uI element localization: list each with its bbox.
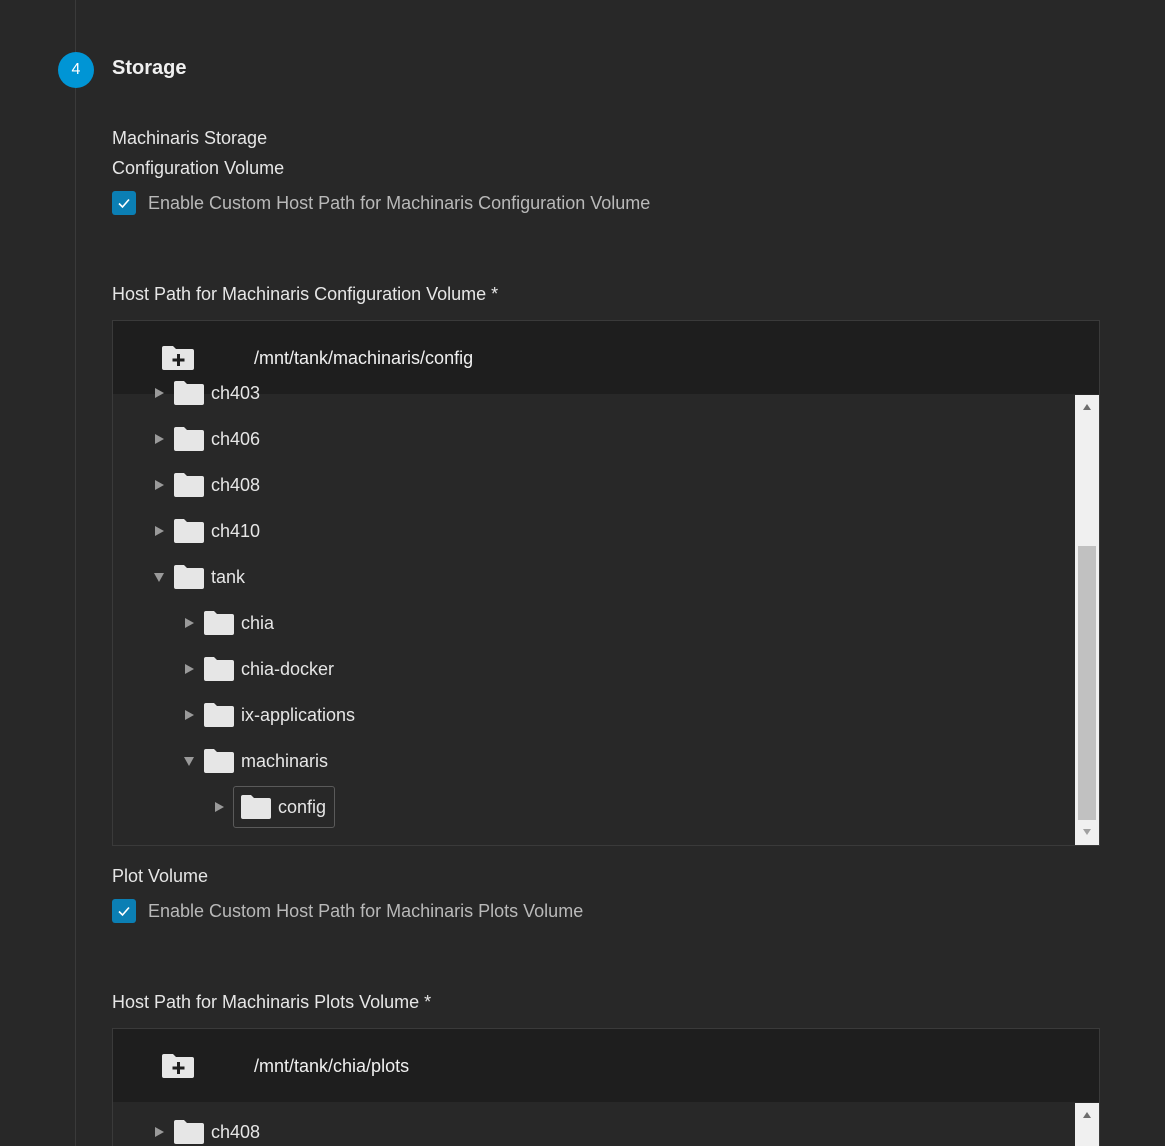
folder-icon: [204, 611, 234, 635]
scroll-down-arrow-icon[interactable]: [1075, 822, 1099, 842]
folder-icon: [204, 657, 234, 681]
tree-node-label: chia-docker: [241, 658, 335, 679]
tree-node-toggle[interactable]: [151, 385, 167, 401]
triangle-right-icon[interactable]: [183, 617, 195, 629]
check-icon: [118, 906, 130, 917]
tree-node-content[interactable]: chia-docker: [203, 656, 334, 682]
tree-node-toggle[interactable]: [151, 431, 167, 447]
tree-node-toggle[interactable]: [151, 477, 167, 493]
scroll-up-arrow-icon[interactable]: [1075, 397, 1099, 417]
triangle-right-icon[interactable]: [153, 433, 165, 445]
plot-explorer-header: [113, 1029, 1099, 1102]
tree-node[interactable]: ix-applications: [181, 695, 355, 735]
plot-directory-tree: ch408: [113, 1102, 1099, 1146]
triangle-down-icon[interactable]: [153, 571, 165, 583]
config-path-input[interactable]: [254, 343, 954, 373]
plot-host-path-label: Host Path for Machinaris Plots Volume *: [112, 992, 432, 1012]
folder-icon: [174, 381, 204, 405]
tree-node-toggle[interactable]: [151, 1124, 167, 1140]
tree-node-content[interactable]: machinaris: [203, 748, 328, 774]
tree-node-content[interactable]: config: [233, 786, 336, 828]
tree-node[interactable]: ch406: [151, 419, 260, 459]
tree-node-content[interactable]: ch408: [173, 472, 260, 498]
tree-node-content[interactable]: ch403: [173, 380, 260, 406]
triangle-right-icon[interactable]: [153, 525, 165, 537]
tree-node[interactable]: chia-docker: [181, 649, 334, 689]
tree-node-content[interactable]: ch410: [173, 518, 260, 544]
config-custom-path-label: Enable Custom Host Path for Machinaris C…: [148, 192, 651, 213]
tree-node-content[interactable]: tank: [173, 564, 245, 590]
triangle-right-icon[interactable]: [183, 709, 195, 721]
stepper-rail: [75, 0, 76, 1146]
tree-node-label: ch408: [211, 474, 261, 495]
tree-node-content[interactable]: chia: [203, 610, 274, 636]
tree-node-content[interactable]: ch406: [173, 426, 260, 452]
tree-node-content[interactable]: ch408: [173, 1119, 260, 1145]
tree-node-label: ch408: [211, 1121, 261, 1142]
tree-node-content[interactable]: ix-applications: [203, 702, 355, 728]
config-explorer-header: [113, 321, 1099, 394]
triangle-right-icon[interactable]: [153, 1126, 165, 1138]
tree-node-toggle[interactable]: [151, 569, 167, 585]
plot-tree-scrollbar[interactable]: [1075, 1103, 1099, 1146]
triangle-right-icon[interactable]: [153, 479, 165, 491]
step-number-badge: 4: [58, 52, 94, 88]
folder-icon: [174, 519, 204, 543]
plot-file-explorer: ch408: [112, 1028, 1100, 1146]
folder-plus-icon[interactable]: [161, 1053, 195, 1079]
tree-node-label: tank: [211, 566, 246, 587]
triangle-right-icon[interactable]: [153, 387, 165, 399]
config-tree-scrollbar[interactable]: [1075, 395, 1099, 845]
plot-volume-label: Plot Volume: [112, 866, 209, 886]
tree-node[interactable]: ch403: [151, 373, 260, 413]
tree-node-label: ch410: [211, 520, 261, 541]
config-tree-scroll-thumb[interactable]: [1078, 546, 1096, 820]
tree-node-label: config: [278, 796, 327, 817]
triangle-right-icon[interactable]: [213, 801, 225, 813]
folder-icon: [174, 565, 204, 589]
tree-node-toggle[interactable]: [181, 753, 197, 769]
folder-icon: [204, 749, 234, 773]
tree-node[interactable]: tank: [151, 557, 245, 597]
plot-custom-path-label: Enable Custom Host Path for Machinaris P…: [148, 900, 584, 921]
folder-icon: [174, 473, 204, 497]
storage-step-page: 4 Storage Machinaris Storage Configurati…: [0, 0, 1165, 1146]
tree-node[interactable]: ch410: [151, 511, 260, 551]
tree-node[interactable]: ch408: [151, 1112, 260, 1146]
tree-node-label: ch406: [211, 428, 261, 449]
config-host-path-label: Host Path for Machinaris Configuration V…: [112, 284, 499, 304]
tree-node[interactable]: ch408: [151, 465, 260, 505]
plot-custom-path-checkbox[interactable]: [112, 899, 136, 923]
folder-icon: [174, 427, 204, 451]
folder-plus-icon[interactable]: [161, 345, 195, 371]
step-title: Storage: [112, 57, 187, 79]
folder-icon: [174, 1120, 204, 1144]
plot-custom-path-checkbox-row[interactable]: Enable Custom Host Path for Machinaris P…: [112, 899, 583, 923]
tree-node-toggle[interactable]: [181, 707, 197, 723]
tree-node-toggle[interactable]: [211, 799, 227, 815]
tree-node-label: machinaris: [241, 750, 329, 771]
tree-node[interactable]: chia: [181, 603, 274, 643]
triangle-down-icon[interactable]: [183, 755, 195, 767]
section-label: Machinaris Storage: [112, 128, 268, 148]
tree-node-label: ix-applications: [241, 704, 356, 725]
folder-icon: [204, 703, 234, 727]
plot-path-input[interactable]: [254, 1051, 954, 1081]
config-custom-path-checkbox[interactable]: [112, 191, 136, 215]
tree-node[interactable]: machinaris: [181, 741, 328, 781]
folder-icon: [241, 795, 271, 819]
scroll-up-arrow-icon[interactable]: [1075, 1105, 1099, 1125]
config-directory-tree: ch403 ch406 ch408 ch410 tank chia chia-docker i…: [113, 381, 1099, 845]
config-volume-label: Configuration Volume: [112, 158, 285, 178]
config-custom-path-checkbox-row[interactable]: Enable Custom Host Path for Machinaris C…: [112, 191, 650, 215]
tree-node-toggle[interactable]: [181, 615, 197, 631]
config-file-explorer: ch403 ch406 ch408 ch410 tank chia chia-docker i…: [112, 320, 1100, 846]
tree-node-label: chia: [241, 612, 275, 633]
check-icon: [118, 198, 130, 209]
tree-node-toggle[interactable]: [181, 661, 197, 677]
tree-node[interactable]: config: [211, 786, 336, 828]
tree-node-toggle[interactable]: [151, 523, 167, 539]
triangle-right-icon[interactable]: [183, 663, 195, 675]
tree-node-label: ch403: [211, 382, 261, 403]
